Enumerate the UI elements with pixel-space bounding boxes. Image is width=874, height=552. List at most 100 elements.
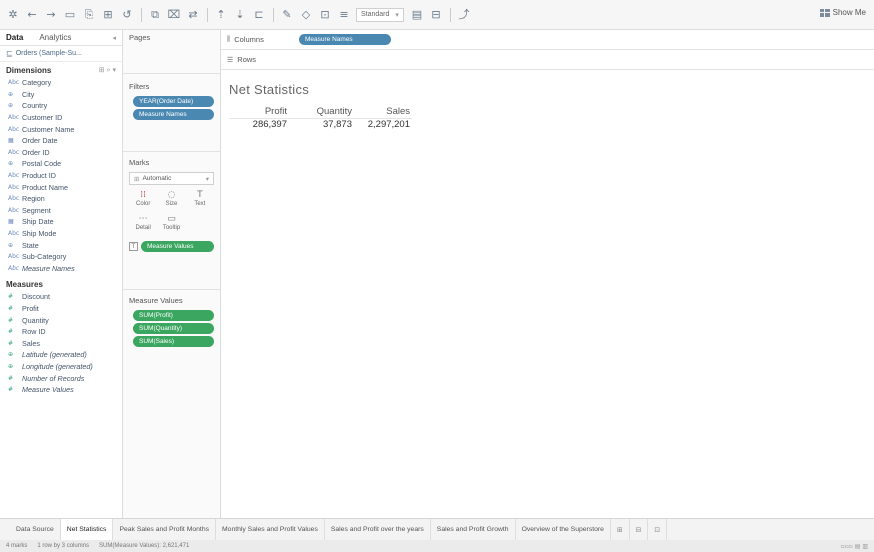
view-canvas: Net Statistics Profit Quantity Sales 286…: [221, 70, 874, 518]
field-item[interactable]: Abc Region: [0, 193, 122, 205]
sheet-tab[interactable]: Monthly Sales and Profit Values: [216, 518, 325, 541]
field-item[interactable]: Abc Customer ID: [0, 112, 122, 124]
field-type-icon: ⊕: [8, 102, 14, 110]
size-icon: ◌: [167, 190, 176, 200]
format-icon[interactable]: ≡: [337, 8, 351, 22]
tab-data[interactable]: Data: [6, 33, 23, 42]
marks-button-detail[interactable]: ⋯ Detail: [129, 213, 157, 237]
field-type-icon: Abc: [8, 148, 20, 156]
field-item[interactable]: # Discount: [0, 291, 122, 303]
sort-descending-icon[interactable]: ⇣: [233, 8, 247, 22]
field-item[interactable]: # Measure Values: [0, 384, 122, 396]
marks-button-label: Text: [194, 201, 206, 207]
marks-card: Marks ⊞ Automatic ▾ ⁞⁞ Color ◌ Size T Text ⋯ De…: [123, 152, 220, 290]
pages-card[interactable]: Pages: [123, 30, 220, 74]
search-icon[interactable]: ⊞ ⌕ ▾: [99, 66, 116, 75]
sheet-tab[interactable]: Data Source: [10, 518, 61, 541]
fit-select[interactable]: Standard ▾: [356, 7, 404, 22]
columns-shelf[interactable]: ⫼ Columns Measure Names: [221, 30, 874, 50]
show-me-button[interactable]: Show Me: [819, 8, 866, 17]
filters-card[interactable]: Filters YEAR(Order Date) Measure Names: [123, 74, 220, 152]
field-item[interactable]: ⊕ Country: [0, 100, 122, 112]
view-toggle-icons[interactable]: ▫▫▫ ▤ ▥: [841, 543, 868, 550]
sort-ascending-icon[interactable]: ⇡: [214, 8, 228, 22]
marks-button-tooltip[interactable]: ▭ Tooltip: [157, 213, 185, 237]
field-item[interactable]: ⊕ State: [0, 239, 122, 251]
field-item[interactable]: Abc Order ID: [0, 147, 122, 159]
rows-shelf[interactable]: ☰ Rows: [221, 50, 874, 70]
marks-button-label: Detail: [135, 225, 151, 231]
field-item[interactable]: ⊕ Postal Code: [0, 158, 122, 170]
show-labels-icon[interactable]: ▤: [410, 8, 424, 22]
new-worksheet-icon[interactable]: ⊞: [101, 8, 115, 22]
field-item[interactable]: ▦ Ship Date: [0, 216, 122, 228]
tableau-logo-icon[interactable]: ✲: [6, 8, 20, 22]
highlight-icon[interactable]: ✎: [280, 8, 294, 22]
field-label: Longitude (generated): [22, 361, 93, 371]
new-worksheet-icon[interactable]: ⊞: [611, 518, 630, 541]
field-item[interactable]: Abc Customer Name: [0, 123, 122, 135]
header-sales[interactable]: Sales: [354, 106, 412, 118]
swap-rows-columns-icon[interactable]: ⇄: [186, 8, 200, 22]
share-icon[interactable]: ⤴: [457, 8, 471, 22]
forward-arrow-icon[interactable]: →: [44, 8, 58, 22]
datasource-icon: ⊑: [6, 49, 13, 58]
field-item[interactable]: # Number of Records: [0, 372, 122, 384]
field-label: Number of Records: [22, 373, 85, 383]
field-item[interactable]: ▦ Order Date: [0, 135, 122, 147]
group-icon[interactable]: ⊏: [252, 8, 266, 22]
marks-measure-values-pill[interactable]: Measure Values: [141, 241, 214, 252]
measure-value-pill[interactable]: SUM(Sales): [133, 336, 214, 347]
filter-pill[interactable]: Measure Names: [133, 109, 214, 120]
back-arrow-icon[interactable]: ←: [25, 8, 39, 22]
presentation-icon[interactable]: ⊟: [429, 8, 443, 22]
sheet-tab[interactable]: Net Statistics: [60, 518, 114, 541]
header-profit[interactable]: Profit: [229, 106, 289, 118]
clear-sheet-icon[interactable]: ⌧: [167, 8, 181, 22]
fix-axes-icon[interactable]: ⊡: [318, 8, 332, 22]
measure-value-pill[interactable]: SUM(Profit): [133, 310, 214, 321]
tab-analytics[interactable]: Analytics: [39, 33, 71, 42]
duplicate-sheet-icon[interactable]: ⧉: [148, 8, 162, 22]
value-profit[interactable]: 286,397: [229, 118, 289, 130]
save-icon[interactable]: ▭: [63, 8, 77, 22]
header-quantity[interactable]: Quantity: [289, 106, 354, 118]
marks-button-color[interactable]: ⁞⁞ Color: [129, 189, 157, 213]
field-item[interactable]: Abc Sub-Category: [0, 251, 122, 263]
sheet-tab[interactable]: Sales and Profit over the years: [325, 518, 431, 541]
datasource-label: Orders (Sample-Su...: [15, 50, 82, 57]
field-item[interactable]: ⊕ City: [0, 89, 122, 101]
sheet-tab[interactable]: Peak Sales and Profit Months: [113, 518, 216, 541]
datasource-item[interactable]: ⊑ Orders (Sample-Su...: [0, 46, 122, 62]
value-quantity[interactable]: 37,873: [289, 118, 354, 130]
field-item[interactable]: Abc Ship Mode: [0, 228, 122, 240]
field-item[interactable]: Abc Segment: [0, 205, 122, 217]
field-item[interactable]: # Sales: [0, 337, 122, 349]
filter-pill[interactable]: YEAR(Order Date): [133, 96, 214, 107]
undo-icon[interactable]: ↺: [120, 8, 134, 22]
field-item[interactable]: # Profit: [0, 303, 122, 315]
field-item[interactable]: # Quantity: [0, 314, 122, 326]
field-item[interactable]: ⊕ Latitude (generated): [0, 349, 122, 361]
marks-button-size[interactable]: ◌ Size: [157, 189, 185, 213]
collapse-icon[interactable]: ◂: [112, 34, 116, 42]
marks-button-text[interactable]: T Text: [186, 189, 214, 213]
labels-icon[interactable]: ◇: [299, 8, 313, 22]
field-item[interactable]: Abc Measure Names: [0, 263, 122, 275]
new-dashboard-icon[interactable]: ⊟: [630, 518, 649, 541]
text-mark-icon: T: [129, 242, 138, 251]
new-story-icon[interactable]: ⊡: [648, 518, 668, 541]
field-item[interactable]: Abc Product Name: [0, 181, 122, 193]
field-item[interactable]: ⊕ Longitude (generated): [0, 361, 122, 373]
field-item[interactable]: Abc Product ID: [0, 170, 122, 182]
columns-measure-names-pill[interactable]: Measure Names: [299, 34, 391, 45]
value-sales[interactable]: 2,297,201: [354, 118, 412, 130]
sheet-tab[interactable]: Sales and Profit Growth: [431, 518, 516, 541]
add-datasource-icon[interactable]: ⎘: [82, 8, 96, 22]
mark-type-select[interactable]: ⊞ Automatic ▾: [129, 172, 214, 185]
sheet-tab[interactable]: Overview of the Superstore: [516, 518, 611, 541]
field-label: Segment: [22, 205, 51, 215]
measure-value-pill[interactable]: SUM(Quantity): [133, 323, 214, 334]
field-item[interactable]: # Row ID: [0, 326, 122, 338]
field-item[interactable]: Abc Category: [0, 77, 122, 89]
